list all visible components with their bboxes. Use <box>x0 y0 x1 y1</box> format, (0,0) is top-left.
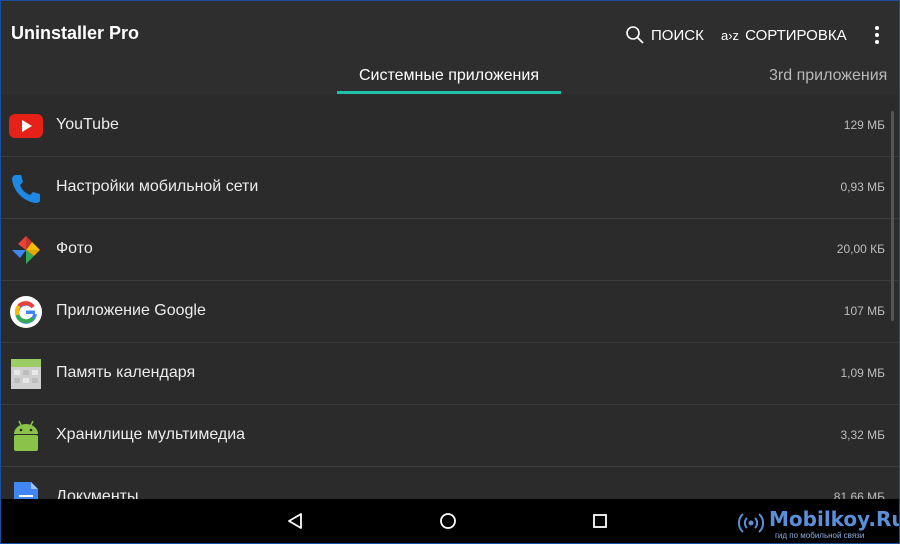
pinwheel-photos-icon <box>9 233 43 267</box>
app-name: Хранилище мультимедиа <box>56 426 246 443</box>
sort-button[interactable]: a›z СОРТИРОВКА <box>721 23 847 47</box>
watermark-text: Mobilkoy.Ru <box>769 507 900 531</box>
app-size: 1,09 МБ <box>840 366 885 380</box>
overflow-menu-icon[interactable] <box>869 23 885 47</box>
list-item[interactable]: Фото 20,00 КБ <box>1 219 899 281</box>
google-g-icon <box>9 295 43 329</box>
phone-icon <box>9 171 43 205</box>
watermark-subtitle: гид по мобильной связи <box>775 531 865 540</box>
document-icon <box>9 481 43 499</box>
app-bar: Uninstaller Pro ПОИСК a›z СОРТИРОВКА Сис… <box>1 1 899 95</box>
calendar-icon <box>9 357 43 391</box>
app-name: Настройки мобильной сети <box>56 178 259 195</box>
home-circle-icon[interactable] <box>436 509 460 533</box>
search-button[interactable]: ПОИСК <box>625 23 704 47</box>
search-label: ПОИСК <box>651 26 704 44</box>
youtube-icon <box>9 109 43 143</box>
list-item[interactable]: Хранилище мультимедиа 3,32 МБ <box>1 405 899 467</box>
app-size: 3,32 МБ <box>840 428 885 442</box>
tab-system-apps[interactable]: Системные приложения <box>337 67 561 85</box>
app-size: 81,66 МБ <box>833 490 885 499</box>
tab-third-party-apps[interactable]: 3rd приложения <box>769 67 887 85</box>
signal-waves-icon <box>737 513 765 533</box>
app-name: Память календаря <box>56 364 196 381</box>
app-list[interactable]: YouTube 129 МБ Настройки мобильной сети … <box>1 95 899 499</box>
android-icon <box>9 419 43 453</box>
list-item[interactable]: Документы 81,66 МБ <box>1 467 899 499</box>
list-item[interactable]: Приложение Google 107 МБ <box>1 281 899 343</box>
app-size: 20,00 КБ <box>836 242 885 256</box>
app-name: YouTube <box>56 116 119 133</box>
app-name: Приложение Google <box>56 302 206 319</box>
app-size: 0,93 МБ <box>840 180 885 194</box>
list-item[interactable]: YouTube 129 МБ <box>1 95 899 157</box>
sort-label: СОРТИРОВКА <box>745 26 847 44</box>
app-name: Фото <box>56 240 93 257</box>
list-item[interactable]: Память календаря 1,09 МБ <box>1 343 899 405</box>
app-window: Uninstaller Pro ПОИСК a›z СОРТИРОВКА Сис… <box>0 0 900 544</box>
back-triangle-icon[interactable] <box>283 509 307 533</box>
recents-square-icon[interactable] <box>588 509 612 533</box>
app-size: 129 МБ <box>843 118 885 132</box>
app-name: Документы <box>56 488 139 499</box>
list-item[interactable]: Настройки мобильной сети 0,93 МБ <box>1 157 899 219</box>
list-scrollbar[interactable] <box>891 111 894 321</box>
app-size: 107 МБ <box>843 304 885 318</box>
app-title: Uninstaller Pro <box>11 23 140 43</box>
tab-indicator <box>337 91 561 94</box>
search-icon <box>626 26 644 44</box>
sort-az-icon: a›z <box>721 27 740 43</box>
